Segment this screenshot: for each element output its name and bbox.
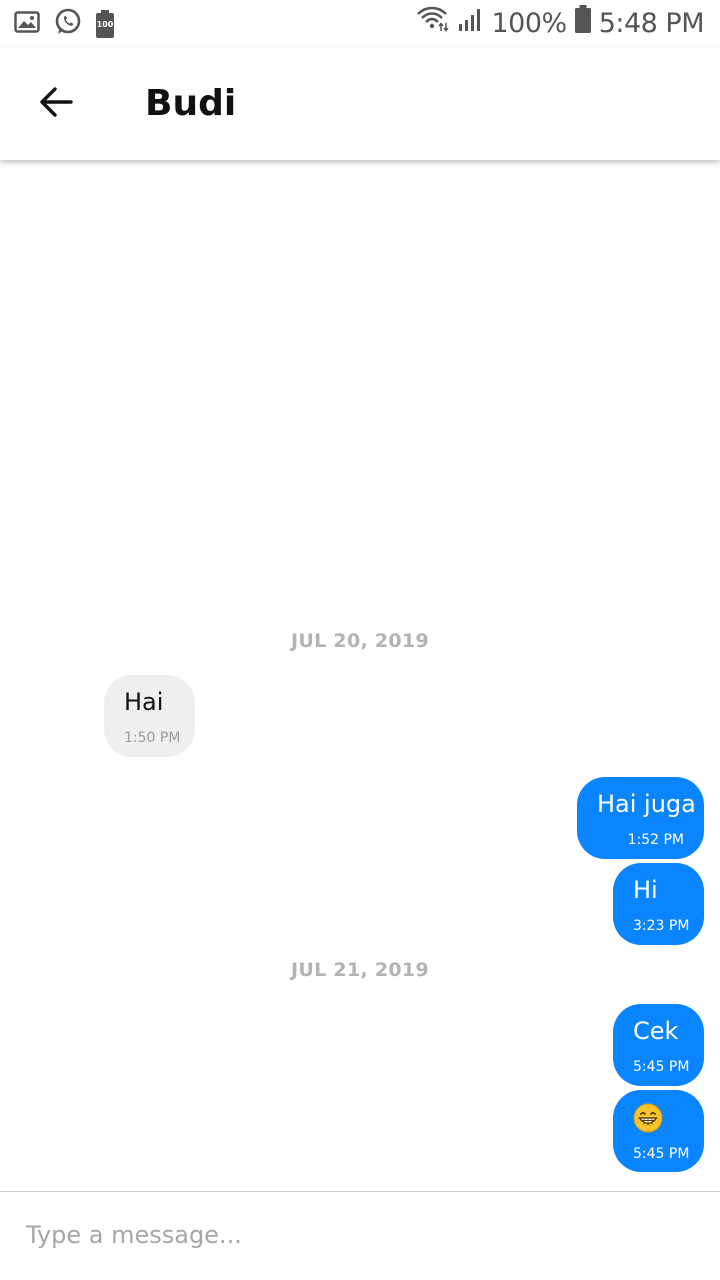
gallery-icon — [14, 10, 40, 38]
grinning-face-icon — [633, 1103, 663, 1133]
battery-percent: 100% — [491, 8, 568, 39]
message-time: 3:23 PM — [633, 918, 690, 934]
message-bubble-outgoing[interactable]: 5:45 PM — [613, 1090, 704, 1172]
message-composer — [0, 1191, 720, 1280]
status-bar: 100 100% 5:48 PM — [0, 0, 720, 48]
chat-header: Budi — [0, 48, 720, 160]
arrow-left-icon — [38, 86, 74, 123]
status-time: 5:48 PM — [598, 8, 705, 39]
message-list[interactable]: JUL 20, 2019 Hai 1:50 PM Hai juga 1:52 P… — [0, 160, 720, 1190]
message-bubble-incoming[interactable]: Hai 1:50 PM — [104, 675, 195, 757]
status-right-icons: 100% 5:48 PM — [416, 5, 705, 43]
chat-title: Budi — [145, 83, 237, 124]
date-separator: JUL 21, 2019 — [291, 959, 429, 981]
message-time: 1:50 PM — [124, 730, 181, 746]
message-time: 5:45 PM — [633, 1059, 690, 1075]
wifi-icon — [416, 6, 450, 42]
battery-saver-icon: 100 — [96, 10, 114, 38]
battery-saver-label: 100 — [96, 20, 114, 29]
message-bubble-outgoing[interactable]: Hi 3:23 PM — [613, 863, 704, 945]
battery-icon — [574, 5, 591, 43]
date-separator: JUL 20, 2019 — [291, 630, 429, 652]
back-button[interactable] — [26, 74, 86, 134]
message-time: 1:52 PM — [627, 832, 684, 848]
message-input[interactable] — [26, 1210, 686, 1260]
status-left-icons: 100 — [14, 8, 114, 40]
message-bubble-outgoing[interactable]: Hai juga 1:52 PM — [577, 777, 704, 859]
chat-screen: 100 100% 5:48 PM Budi JUL 20, 2019 Hai 1… — [0, 0, 720, 1280]
message-text: Hi — [633, 876, 658, 904]
message-text: Hai — [124, 688, 164, 716]
message-time: 5:45 PM — [633, 1146, 690, 1162]
message-emoji — [633, 1102, 684, 1133]
whatsapp-icon — [54, 8, 82, 41]
signal-icon — [458, 6, 484, 42]
message-text: Cek — [633, 1017, 679, 1045]
message-text: Hai juga — [597, 790, 696, 818]
message-bubble-outgoing[interactable]: Cek 5:45 PM — [613, 1004, 704, 1086]
